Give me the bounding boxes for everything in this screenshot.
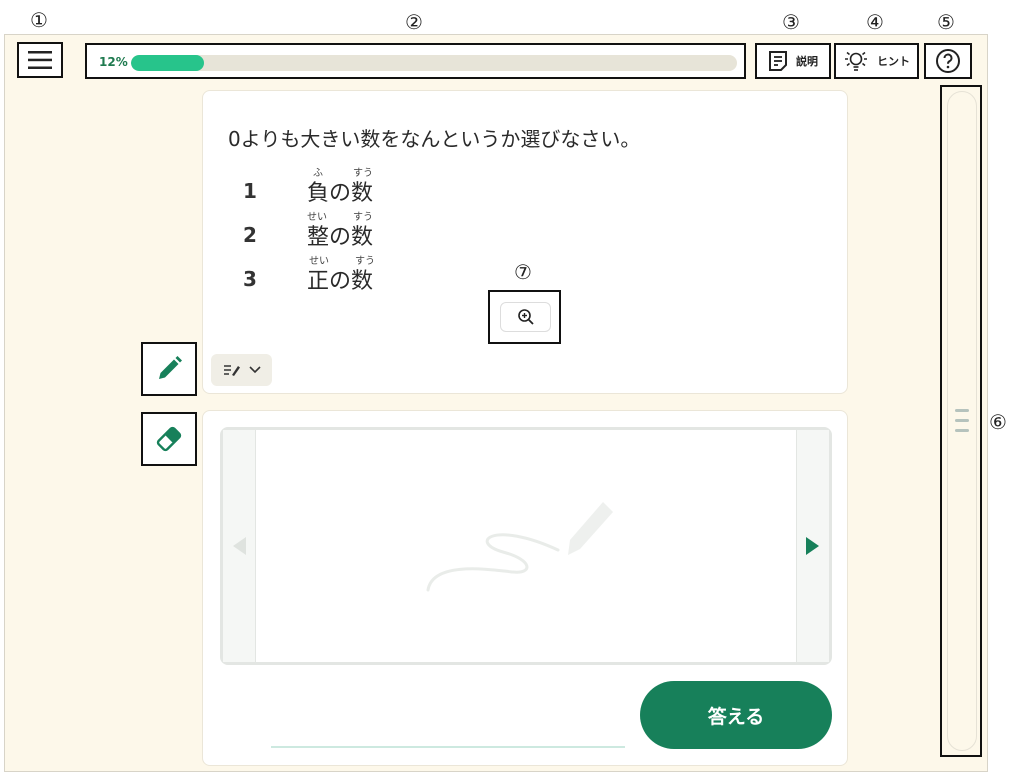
zoom-button[interactable]	[500, 302, 551, 332]
zoom-button-highlight	[488, 290, 561, 344]
annotation-2: ②	[405, 10, 423, 34]
arrow-left-icon	[233, 537, 246, 555]
choice-text: 整の数	[307, 225, 374, 250]
pen-tool-button[interactable]	[141, 342, 197, 396]
drawing-canvas[interactable]	[220, 427, 832, 665]
choice-text: 正の数	[307, 269, 374, 294]
eraser-tool-button[interactable]	[141, 412, 197, 466]
question-card: 0よりも大きい数をなんというか選びなさい。 1 ふ すう 負の数 2 せい すう…	[202, 90, 848, 394]
annotation-4: ④	[866, 10, 884, 34]
explain-label: 説明	[796, 55, 818, 68]
answer-card: 答える	[202, 410, 848, 766]
hint-button[interactable]: ヒント	[834, 43, 919, 79]
side-panel-highlight	[940, 85, 982, 757]
pencil-icon	[159, 356, 182, 379]
side-panel-handle[interactable]	[947, 91, 977, 751]
canvas-next-button[interactable]	[796, 430, 829, 662]
menu-button[interactable]	[17, 42, 63, 78]
choice-number: 3	[243, 267, 257, 291]
pen-style-icon	[223, 365, 240, 376]
document-icon	[769, 51, 787, 71]
choice-text: 負の数	[307, 181, 374, 206]
answer-button[interactable]: 答える	[640, 681, 832, 749]
progress-track	[131, 55, 737, 71]
drag-handle-icon	[955, 409, 969, 432]
answer-underline	[271, 746, 625, 748]
progress-label: 12%	[99, 55, 128, 69]
annotation-5: ⑤	[937, 10, 955, 34]
pen-style-dropdown[interactable]	[211, 354, 272, 386]
explain-button[interactable]: 説明	[755, 43, 831, 79]
zoom-in-icon	[517, 309, 534, 325]
annotation-1: ①	[30, 8, 48, 32]
arrow-right-icon	[806, 537, 819, 555]
help-button[interactable]	[924, 43, 972, 79]
eraser-icon	[156, 426, 182, 452]
progress-fill	[131, 55, 204, 71]
question-icon	[936, 49, 960, 73]
chevron-down-icon	[248, 366, 261, 374]
choice-number: 1	[243, 179, 257, 203]
drawing-placeholder-icon	[426, 502, 613, 592]
question-text: 0よりも大きい数をなんというか選びなさい。	[228, 127, 641, 151]
menu-icon	[28, 51, 52, 69]
choice-number: 2	[243, 223, 257, 247]
hint-label: ヒント	[877, 55, 910, 68]
canvas-prev-button[interactable]	[223, 430, 256, 662]
annotation-7: ⑦	[514, 260, 532, 284]
annotation-6: ⑥	[989, 410, 1007, 434]
progress-bar: 12%	[85, 43, 746, 79]
lightbulb-icon	[845, 51, 867, 71]
annotation-3: ③	[782, 10, 800, 34]
